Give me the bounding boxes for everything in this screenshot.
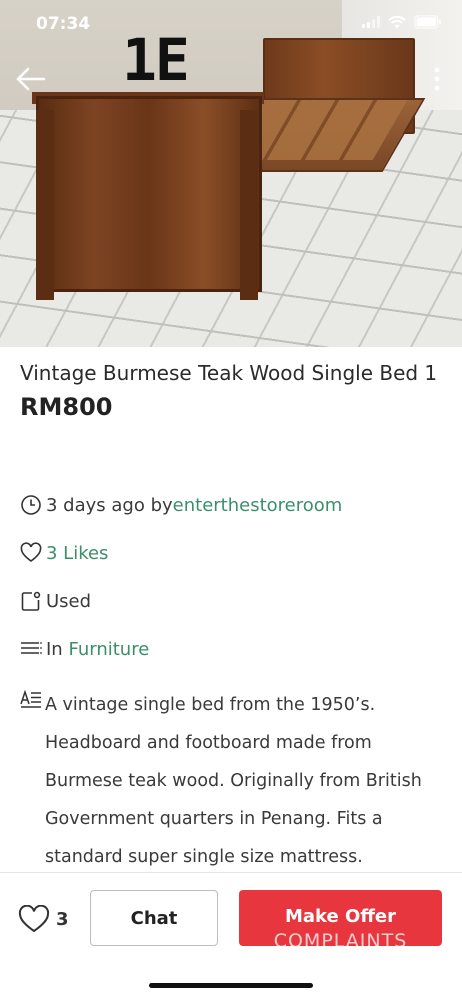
battery-icon [414, 15, 441, 29]
photo-bed-post [36, 110, 54, 300]
likes-link[interactable]: 3 Likes [46, 543, 108, 564]
arrow-left-icon[interactable] [14, 62, 48, 96]
status-icons [362, 15, 442, 29]
listing-photo[interactable]: 1E [0, 0, 462, 347]
listing-header: Vintage Burmese Teak Wood Single Bed 1 R… [20, 352, 445, 421]
home-indicator [149, 983, 313, 988]
make-offer-button[interactable]: Make Offer COMPLAINTS [239, 890, 442, 946]
condition-row: Used [20, 590, 91, 612]
tag-icon [21, 591, 41, 611]
heart-icon [20, 542, 42, 562]
posted-row: 3 days ago by enterthestoreroom [20, 494, 342, 516]
signal-icon [362, 16, 380, 28]
wifi-icon [388, 15, 406, 28]
clock-icon [21, 495, 41, 515]
category-prefix: In [46, 638, 69, 660]
more-vertical-icon[interactable] [432, 66, 442, 96]
listing-price: RM800 [20, 393, 113, 421]
list-icon [21, 642, 42, 654]
complaints-overlay: COMPLAINTS [273, 930, 408, 946]
like-count: 3 [56, 908, 69, 930]
seller-link[interactable]: enterthestoreroom [173, 495, 343, 516]
category-link[interactable]: Furniture [68, 639, 149, 660]
category-row: In Furniture [20, 638, 149, 660]
description-text: A vintage single bed from the 1950’s. He… [45, 695, 422, 867]
posted-ago: 3 days ago by [46, 494, 173, 516]
description-icon [20, 689, 41, 708]
chat-button[interactable]: Chat [90, 890, 218, 946]
photo-footboard [36, 96, 262, 292]
condition-value: Used [46, 590, 92, 612]
like-button[interactable]: 3 [18, 905, 69, 933]
bottom-action-bar: 3 Chat Make Offer COMPLAINTS [0, 872, 462, 1001]
photo-bed-post [240, 110, 258, 300]
heart-icon [18, 905, 50, 933]
status-bar: 07:34 [0, 0, 462, 48]
make-offer-label: Make Offer [285, 906, 396, 927]
likes-row[interactable]: 3 Likes [20, 542, 108, 564]
status-time: 07:34 [36, 14, 91, 34]
listing-title: Vintage Burmese Teak Wood Single Bed 1 [20, 361, 438, 385]
